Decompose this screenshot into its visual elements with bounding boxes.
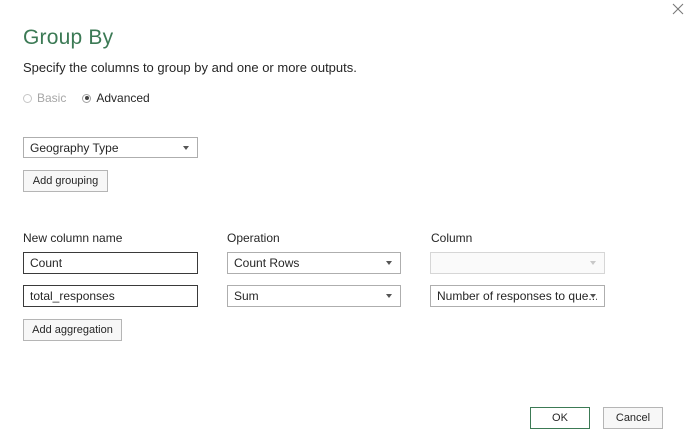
advanced-radio-label: Advanced [96,91,150,105]
cancel-button[interactable]: Cancel [603,407,663,429]
basic-radio[interactable]: Basic [23,91,66,105]
operation-dropdown[interactable]: Count Rows [227,252,401,274]
new-column-name-value: Count [30,256,63,270]
new-column-name-input[interactable]: total_responses [23,285,198,307]
close-button[interactable] [668,0,688,20]
chevron-down-icon [183,145,189,150]
group-by-column-value: Geography Type [30,140,119,155]
mode-radio-group: Basic Advanced [23,90,150,106]
column-value: Number of responses to que... [437,289,597,303]
chevron-down-icon [386,294,392,298]
chevron-down-icon [590,261,596,265]
column-dropdown[interactable]: Number of responses to que... [430,285,605,307]
add-grouping-button[interactable]: Add grouping [23,170,108,192]
new-column-name-input[interactable]: Count [23,252,198,274]
new-column-name-header: New column name [23,231,123,245]
group-by-column-dropdown[interactable]: Geography Type [23,137,198,158]
close-icon [672,3,684,15]
ok-button[interactable]: OK [530,407,590,429]
column-dropdown[interactable] [430,252,605,274]
dialog-subtitle: Specify the columns to group by and one … [23,60,357,75]
operation-value: Sum [234,289,259,303]
chevron-down-icon [386,261,392,265]
chevron-down-icon [590,294,596,298]
advanced-radio-circle [82,93,92,103]
operation-value: Count Rows [234,256,300,270]
add-aggregation-button[interactable]: Add aggregation [23,319,122,341]
basic-radio-circle [23,93,32,103]
new-column-name-value: total_responses [30,289,115,303]
basic-radio-label: Basic [37,91,67,105]
operation-dropdown[interactable]: Sum [227,285,401,307]
operation-header: Operation [227,231,280,245]
advanced-radio[interactable]: Advanced [82,91,150,105]
column-header: Column [431,231,473,245]
dialog-title: Group By [23,26,114,49]
